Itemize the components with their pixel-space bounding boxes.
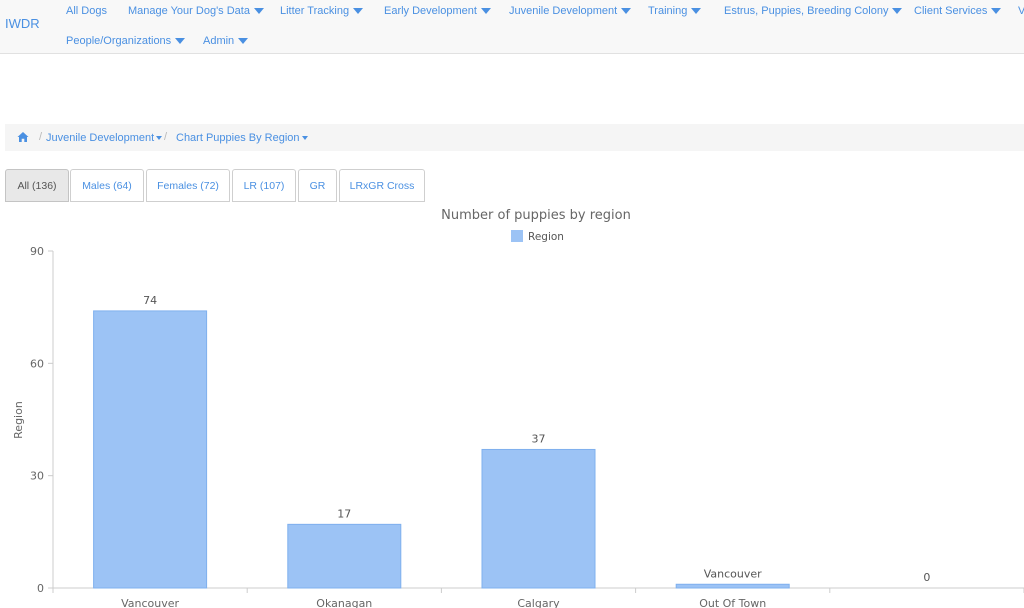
nav-item-label: All Dogs bbox=[66, 5, 107, 17]
caret-down-icon bbox=[991, 8, 1002, 15]
breadcrumb-item-juvenile-development[interactable]: Juvenile Development bbox=[46, 132, 163, 144]
nav-item-admin[interactable]: Admin bbox=[203, 35, 249, 47]
tab-females[interactable]: Females (72) bbox=[146, 169, 230, 202]
y-axis-label: Region bbox=[12, 401, 25, 439]
nav-item-all-dogs[interactable]: All Dogs bbox=[66, 5, 107, 17]
x-tick-label: Okanagan bbox=[316, 597, 372, 608]
breadcrumb-item-label: Juvenile Development bbox=[46, 132, 155, 144]
breadcrumb-item-label: Chart Puppies By Region bbox=[176, 132, 300, 144]
nav-item-label: Early Development bbox=[384, 5, 477, 17]
breadcrumb-item-chart-puppies-by-region[interactable]: Chart Puppies By Region bbox=[176, 132, 308, 144]
brand-link[interactable]: IWDR bbox=[5, 16, 40, 31]
bar-1 bbox=[93, 310, 208, 589]
nav-item-label: People/Organizations bbox=[66, 35, 172, 47]
breadcrumb: / Juvenile Development / Chart Puppies B… bbox=[5, 124, 1024, 151]
nav-item-label: Litter Tracking bbox=[280, 5, 350, 17]
nav-item-label: Manage Your Dog's Data bbox=[128, 5, 250, 17]
bar-3 bbox=[481, 448, 596, 589]
legend-swatch bbox=[511, 230, 523, 242]
nav-item-juvenile-development[interactable]: Juvenile Development bbox=[509, 5, 632, 17]
home-icon[interactable] bbox=[17, 131, 29, 143]
caret-down-icon bbox=[480, 8, 491, 15]
tab-lrxgr-cross[interactable]: LRxGR Cross bbox=[339, 169, 425, 202]
y-tick-label: 30 bbox=[30, 470, 44, 483]
nav-item-people-organizations[interactable]: People/Organizations bbox=[66, 35, 186, 47]
nav-item-estrus-puppies-breeding-colony[interactable]: Estrus, Puppies, Breeding Colony bbox=[724, 5, 903, 17]
bar-data-label: Vancouver bbox=[704, 567, 762, 580]
bar-data-label: 74 bbox=[143, 294, 157, 307]
nav-item-label: Training bbox=[648, 5, 688, 17]
bar-data-label: 17 bbox=[337, 507, 351, 520]
caret-down-icon bbox=[691, 8, 702, 15]
caret-down-icon bbox=[621, 8, 632, 15]
puppies-by-region-chart: Number of puppies by region Region 0 30 60 90… bbox=[12, 208, 1024, 608]
y-tick-label: 90 bbox=[30, 245, 44, 258]
x-tick-label: Vancouver bbox=[121, 597, 179, 608]
top-navbar: IWDR All Dogs Manage Your Dog's Data Litte… bbox=[0, 0, 1024, 54]
caret-down-icon bbox=[175, 38, 186, 45]
nav-item-v[interactable]: V bbox=[1018, 5, 1024, 17]
nav-item-training[interactable]: Training bbox=[648, 5, 702, 17]
nav-item-early-development[interactable]: Early Development bbox=[384, 5, 491, 17]
tab-all[interactable]: All (136) bbox=[5, 169, 69, 202]
nav-item-label: Client Services bbox=[914, 5, 988, 17]
caret-down-icon bbox=[238, 38, 249, 45]
caret-down-icon bbox=[253, 8, 264, 15]
chart-title: Number of puppies by region bbox=[441, 208, 631, 223]
caret-down-icon bbox=[156, 136, 163, 141]
breadcrumb-separator: / bbox=[39, 131, 43, 143]
x-tick-label: Calgary bbox=[517, 597, 560, 608]
tab-males[interactable]: Males (64) bbox=[70, 169, 144, 202]
bar-4 bbox=[675, 583, 790, 589]
caret-down-icon bbox=[353, 8, 364, 15]
legend-label: Region bbox=[528, 231, 564, 243]
filter-tabs: All (136) Males (64) Females (72) LR (10… bbox=[0, 169, 1024, 202]
nav-item-litter-tracking[interactable]: Litter Tracking bbox=[280, 5, 364, 17]
nav-item-label: Juvenile Development bbox=[509, 5, 618, 17]
nav-item-label: Admin bbox=[203, 35, 235, 47]
tab-gr[interactable]: GR bbox=[298, 169, 337, 202]
x-tick-label: Out Of Town bbox=[699, 597, 766, 608]
bar-2 bbox=[287, 523, 402, 589]
tab-lr[interactable]: LR (107) bbox=[232, 169, 296, 202]
y-tick-label: 60 bbox=[30, 357, 44, 370]
nav-item-client-services[interactable]: Client Services bbox=[914, 5, 1002, 17]
caret-down-icon bbox=[892, 8, 903, 15]
nav-item-manage-your-dogs-data[interactable]: Manage Your Dog's Data bbox=[128, 5, 264, 17]
nav-item-label: Estrus, Puppies, Breeding Colony bbox=[724, 5, 889, 17]
caret-down-icon bbox=[301, 136, 308, 141]
y-tick-label: 0 bbox=[37, 582, 44, 595]
nav-item-label: V bbox=[1018, 5, 1024, 17]
bar-data-label: 0 bbox=[923, 571, 930, 584]
breadcrumb-separator: / bbox=[164, 131, 168, 143]
bar-data-label: 37 bbox=[532, 432, 546, 445]
